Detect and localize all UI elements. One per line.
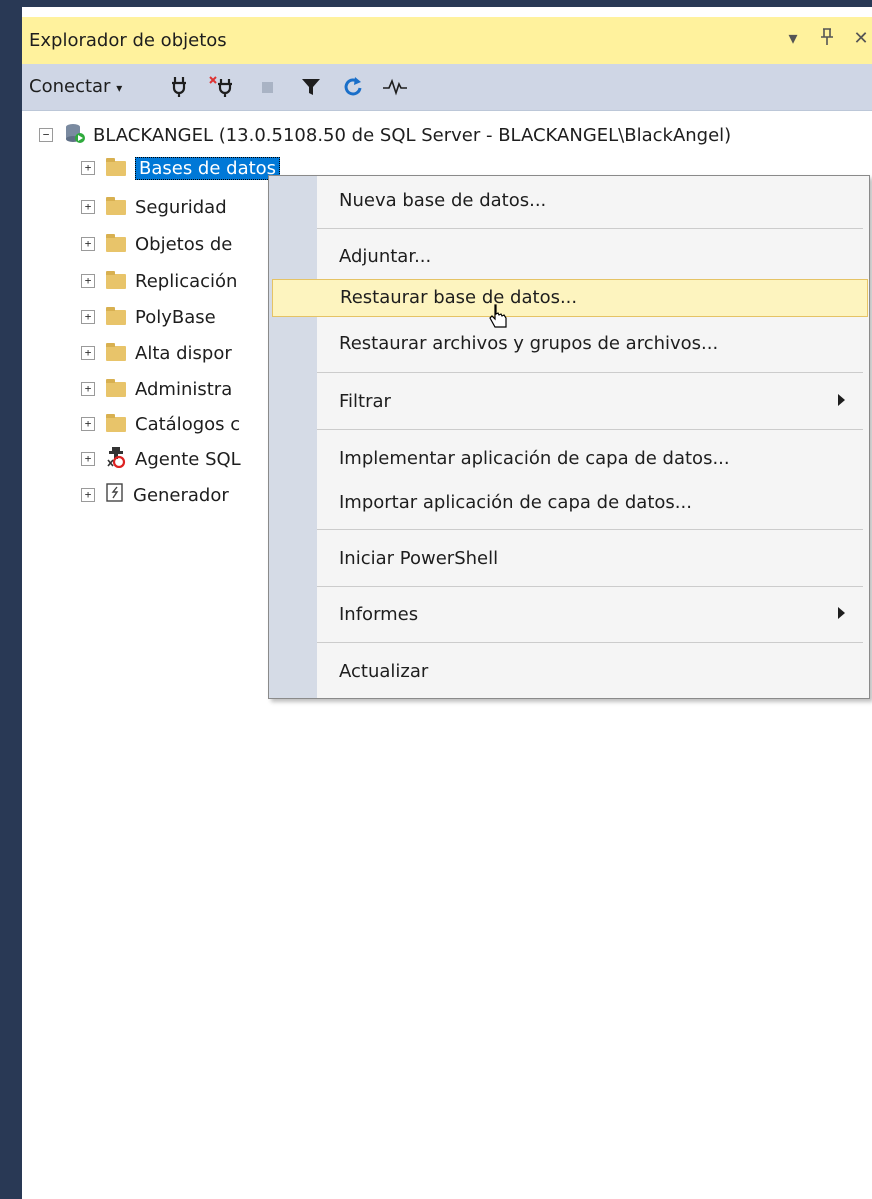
panel-title-bar: Explorador de objetos ▾ ✕ — [22, 17, 872, 64]
tree-node-polybase[interactable]: + PolyBase — [81, 303, 216, 331]
menu-item-label: Informes — [339, 604, 419, 625]
menu-item-label: Adjuntar... — [339, 246, 432, 267]
connect-caret-icon: ▾ — [116, 81, 123, 95]
menu-item-label: Implementar aplicación de capa de datos.… — [339, 448, 730, 469]
expand-icon[interactable]: + — [81, 417, 95, 431]
tree-node-catalogs[interactable]: + Catálogos c — [81, 410, 240, 438]
menu-item-import-dac[interactable]: Importar aplicación de capa de datos... — [317, 485, 867, 521]
expand-icon[interactable]: + — [81, 382, 95, 396]
server-icon — [64, 122, 86, 149]
folder-icon — [106, 413, 126, 432]
toolbar: Conectar ▾ — [22, 64, 872, 111]
expand-icon[interactable]: + — [81, 274, 95, 288]
menu-item-attach[interactable]: Adjuntar... — [317, 239, 867, 275]
tree-node-label: Seguridad — [135, 196, 227, 218]
dropdown-icon[interactable]: ▾ — [782, 28, 804, 51]
connect-label: Conectar — [29, 76, 111, 97]
window-frame-top — [0, 0, 872, 7]
tree-node-management[interactable]: + Administra — [81, 375, 232, 403]
activity-monitor-icon[interactable] — [382, 76, 408, 100]
menu-item-new-database[interactable]: Nueva base de datos... — [317, 183, 867, 219]
menu-item-label: Iniciar PowerShell — [339, 548, 499, 569]
menu-item-label: Restaurar archivos y grupos de archivos.… — [339, 333, 719, 354]
tree-node-replication[interactable]: + Replicación — [81, 267, 237, 295]
close-icon[interactable]: ✕ — [850, 28, 872, 51]
server-label: BLACKANGEL (13.0.5108.50 de SQL Server -… — [93, 124, 732, 146]
menu-icon-gutter — [269, 176, 317, 698]
title-buttons: ▾ ✕ — [782, 28, 872, 51]
expand-icon[interactable]: + — [81, 488, 95, 502]
connect-button[interactable]: Conectar ▾ — [29, 76, 122, 100]
menu-item-powershell[interactable]: Iniciar PowerShell — [317, 541, 867, 577]
tree-node-label: Catálogos c — [135, 413, 241, 435]
submenu-arrow-icon — [838, 607, 845, 619]
disconnect-icon[interactable] — [208, 76, 234, 100]
filter-icon[interactable] — [301, 76, 321, 100]
tree-node-xevent-profiler[interactable]: + Generador — [81, 481, 229, 509]
expand-icon[interactable]: + — [81, 161, 95, 175]
menu-separator — [317, 372, 863, 373]
menu-separator — [317, 586, 863, 587]
window-frame-left — [0, 0, 22, 1199]
profiler-icon — [106, 482, 124, 508]
tree-node-label: Alta dispor — [135, 342, 232, 364]
tree-node-label: Objetos de — [135, 233, 233, 255]
menu-separator — [317, 642, 863, 643]
sql-agent-icon — [106, 446, 126, 473]
menu-separator — [317, 429, 863, 430]
folder-icon — [106, 378, 126, 397]
menu-item-deploy-dac[interactable]: Implementar aplicación de capa de datos.… — [317, 441, 867, 477]
folder-icon — [106, 196, 126, 215]
refresh-icon[interactable] — [342, 76, 364, 100]
tree-node-label: Administra — [135, 378, 233, 400]
tree-node-sql-agent[interactable]: + Agente SQL — [81, 445, 241, 473]
mouse-pointer-icon — [489, 303, 511, 338]
folder-icon — [106, 157, 126, 176]
expand-icon[interactable]: + — [81, 237, 95, 251]
menu-item-filter[interactable]: Filtrar — [317, 384, 867, 420]
menu-item-restore-files[interactable]: Restaurar archivos y grupos de archivos.… — [317, 326, 867, 362]
object-explorer-panel: Explorador de objetos ▾ ✕ Conectar ▾ − B… — [22, 7, 872, 1199]
menu-item-reports[interactable]: Informes — [317, 597, 867, 633]
tree-node-label: Agente SQL — [135, 448, 241, 470]
menu-item-label: Restaurar base de datos... — [340, 287, 578, 308]
submenu-arrow-icon — [838, 394, 845, 406]
expand-icon[interactable]: + — [81, 452, 95, 466]
menu-item-label: Nueva base de datos... — [339, 190, 547, 211]
tree-node-label: PolyBase — [135, 306, 216, 328]
tree-node-server-objects[interactable]: + Objetos de — [81, 230, 232, 258]
connect-plug-icon[interactable] — [170, 76, 188, 100]
stop-icon[interactable] — [260, 76, 276, 100]
tree-node-security[interactable]: + Seguridad — [81, 193, 227, 221]
tree-node-label: Generador — [133, 484, 229, 506]
context-menu: Nueva base de datos... Adjuntar... Resta… — [268, 175, 870, 699]
expand-icon[interactable]: + — [81, 346, 95, 360]
tree-node-databases[interactable]: + Bases de datos — [81, 154, 281, 182]
menu-separator — [317, 228, 863, 229]
panel-title: Explorador de objetos — [29, 30, 227, 51]
menu-item-label: Filtrar — [339, 391, 391, 412]
menu-item-refresh[interactable]: Actualizar — [317, 654, 867, 690]
menu-separator — [317, 529, 863, 530]
tree-node-label: Replicación — [135, 270, 238, 292]
folder-icon — [106, 270, 126, 289]
folder-icon — [106, 342, 126, 361]
expand-icon[interactable]: + — [81, 310, 95, 324]
menu-item-label: Importar aplicación de capa de datos... — [339, 492, 692, 513]
tree-node-label: Bases de datos — [135, 156, 281, 180]
pin-icon[interactable] — [816, 28, 838, 51]
collapse-icon[interactable]: − — [39, 128, 53, 142]
tree-node-always-on[interactable]: + Alta dispor — [81, 339, 232, 367]
folder-icon — [106, 233, 126, 252]
menu-item-restore-database[interactable]: Restaurar base de datos... — [272, 279, 868, 317]
expand-icon[interactable]: + — [81, 200, 95, 214]
menu-item-label: Actualizar — [339, 661, 429, 682]
folder-icon — [106, 306, 126, 325]
server-node[interactable]: − BLACKANGEL (13.0.5108.50 de SQL Server… — [39, 121, 731, 149]
